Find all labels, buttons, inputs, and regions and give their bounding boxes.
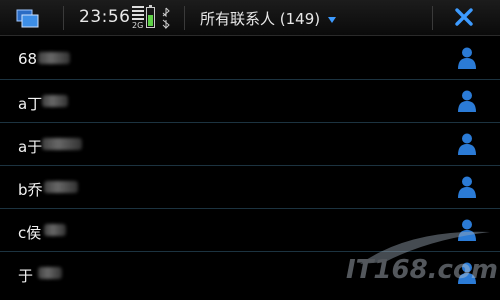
blurred-name <box>42 95 68 107</box>
status-divider <box>184 6 185 30</box>
blurred-name <box>44 224 66 236</box>
contact-name: c侯 <box>18 224 42 242</box>
contact-row[interactable]: a丁 <box>0 80 500 123</box>
watermark-logo: IT168.com <box>346 231 498 284</box>
blurred-name <box>44 181 78 193</box>
blurred-name <box>38 52 70 64</box>
contact-row[interactable]: b乔 <box>0 166 500 209</box>
dropdown-caret-icon <box>328 16 337 23</box>
status-bar: 23:56 2G 所有联系人 (149) <box>0 0 500 36</box>
blurred-name <box>42 138 82 150</box>
signal-icon: 2G <box>132 6 144 30</box>
menu-title-text: 所有联系人 (149) <box>200 10 321 28</box>
contacts-filter-menu[interactable]: 所有联系人 (149) <box>200 8 337 29</box>
contact-avatar-icon[interactable] <box>457 132 477 156</box>
contact-avatar-icon[interactable] <box>457 89 477 113</box>
contact-name: a丁 <box>18 95 43 113</box>
contact-name: 68 <box>18 50 38 68</box>
contact-name: 于 <box>18 267 34 285</box>
clock: 23:56 <box>79 7 131 27</box>
contact-name: a于 <box>18 138 43 156</box>
close-icon[interactable] <box>455 8 473 26</box>
task-switcher-icon[interactable] <box>14 8 50 30</box>
battery-icon <box>146 5 155 28</box>
blurred-name <box>38 267 62 279</box>
signal-label: 2G <box>132 21 144 30</box>
contact-avatar-icon[interactable] <box>457 46 477 70</box>
contact-name: b乔 <box>18 181 43 199</box>
contact-row[interactable]: 68 <box>0 37 500 80</box>
watermark-text: IT168.com <box>346 255 498 284</box>
status-divider <box>432 6 433 30</box>
contact-row[interactable]: a于 <box>0 123 500 166</box>
bluetooth-icon <box>162 7 170 30</box>
status-divider <box>63 6 64 30</box>
contact-avatar-icon[interactable] <box>457 175 477 199</box>
